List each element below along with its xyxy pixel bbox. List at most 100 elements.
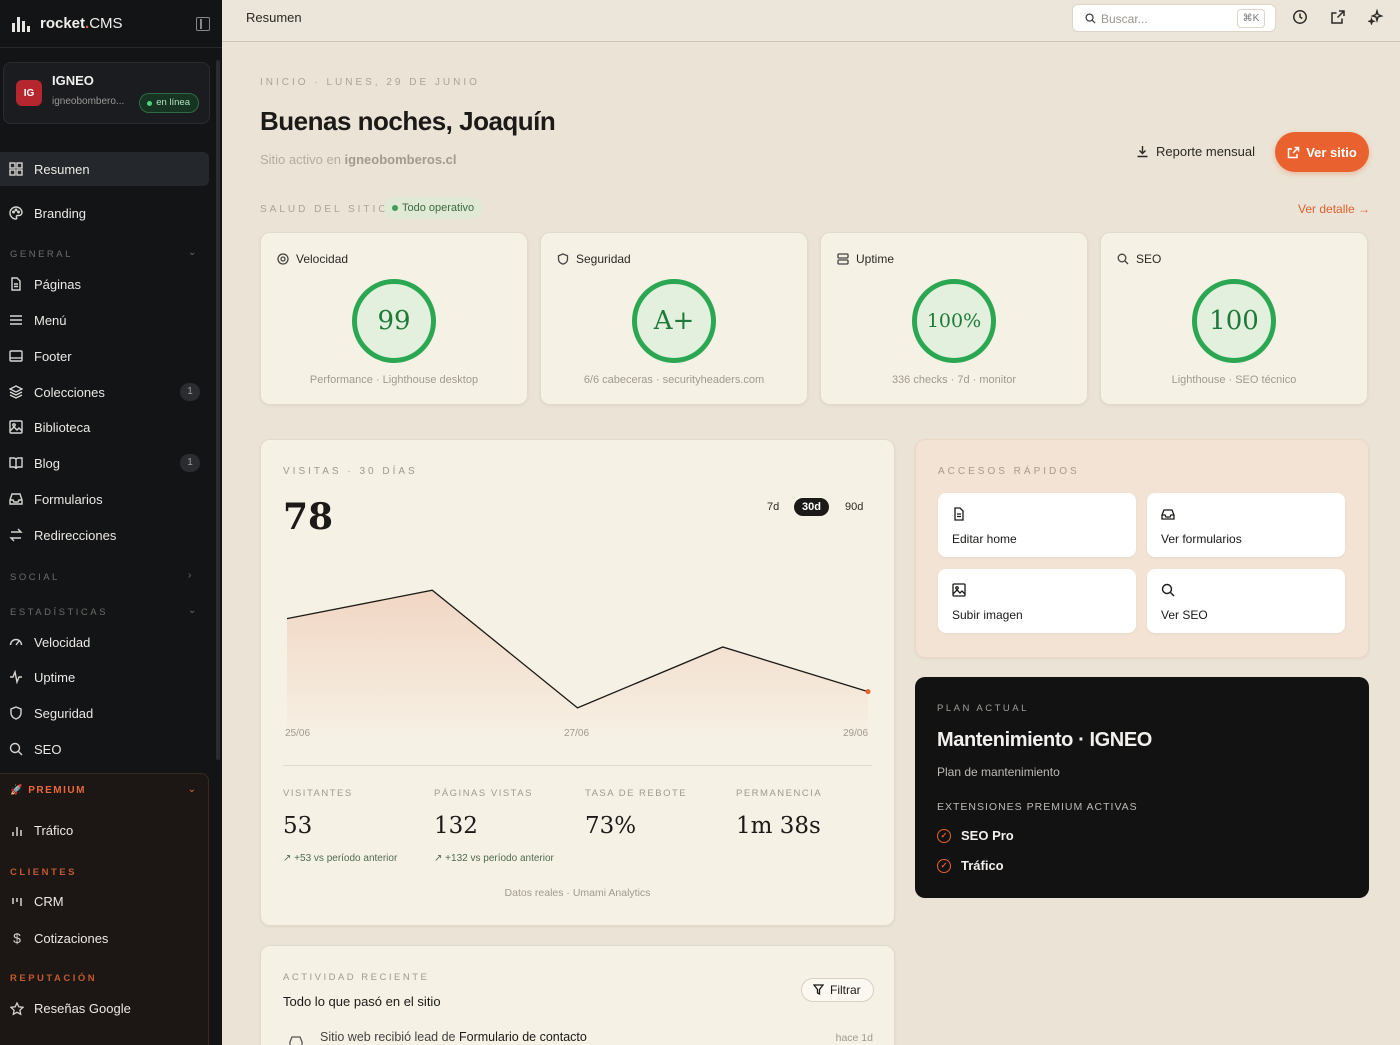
filter-button[interactable]: Filtrar [801, 978, 874, 1002]
active-site-domain[interactable]: igneobomberos.cl [345, 152, 457, 167]
online-status-badge: en línea [139, 93, 199, 113]
external-link-icon[interactable] [1330, 9, 1346, 25]
recent-activity-card: ACTIVIDAD RECIENTE Todo lo que pasó en e… [260, 945, 895, 1045]
score-ring: 100% [912, 279, 996, 363]
sidebar-item-resumen[interactable]: Resumen [0, 152, 209, 186]
chevron-down-icon[interactable]: ⌄ [188, 784, 196, 795]
view-site-button[interactable]: Ver sitio [1275, 132, 1369, 172]
sidebar-item-label: SEO [34, 741, 62, 757]
breadcrumb[interactable]: Resumen [246, 10, 302, 25]
chart-end-marker [865, 689, 871, 695]
sidebar-item-redirecciones[interactable]: Redirecciones [0, 518, 209, 552]
edit-home-button[interactable]: Editar home [938, 493, 1136, 557]
chevron-down-icon[interactable]: ⌄ [188, 247, 196, 258]
layers-icon [9, 385, 23, 399]
visits-card: VISITAS · 30 DÍAS 78 7d 30d 90d 25/06 27… [260, 439, 895, 926]
divider [283, 765, 872, 766]
sidebar-item-cotizaciones[interactable]: $ Cotizaciones [10, 930, 108, 946]
extension-name: Tráfico [961, 858, 1004, 873]
shield-icon [9, 706, 23, 720]
search-icon [9, 742, 23, 756]
site-avatar: IG [16, 80, 42, 106]
sidebar-item-colecciones[interactable]: Colecciones 1 [0, 375, 209, 409]
health-card-title-text: Uptime [856, 252, 895, 266]
sidebar-item-label: Tráfico [34, 823, 74, 838]
stat-label: PÁGINAS VISTAS [434, 788, 533, 799]
site-switcher[interactable]: IG IGNEO igneobombero... en línea [3, 62, 210, 124]
search-input[interactable] [1101, 9, 1231, 29]
bar-chart-icon [10, 824, 24, 838]
search-box[interactable]: ⌘K [1072, 4, 1276, 32]
sidebar-item-biblioteca[interactable]: Biblioteca [0, 410, 209, 444]
sidebar-item-trafico[interactable]: Tráfico [10, 823, 73, 838]
sidebar-item-crm[interactable]: CRM [10, 894, 64, 909]
extensions-label: EXTENSIONES PREMIUM ACTIVAS [937, 801, 1138, 813]
upload-image-button[interactable]: Subir imagen [938, 569, 1136, 633]
section-social[interactable]: SOCIAL [10, 572, 60, 583]
stat-value-permanencia: 1m 38s [736, 813, 821, 839]
sidebar-item-label: Formularios [34, 491, 103, 507]
sidebar-item-seo[interactable]: SEO [0, 732, 209, 766]
section-estadisticas[interactable]: ESTADÍSTICAS [10, 607, 108, 618]
view-seo-button[interactable]: Ver SEO [1147, 569, 1345, 633]
premium-section: 🚀 PREMIUM ⌄ Tráfico CLIENTES CRM $ Cotiz… [0, 773, 209, 1045]
health-card-subtitle: 336 checks · 7d · monitor [891, 374, 1017, 386]
view-forms-button[interactable]: Ver formularios [1147, 493, 1345, 557]
stat-delta: ↗ +132 vs período anterior [434, 853, 554, 864]
view-site-label: Ver sitio [1306, 144, 1357, 160]
collapse-sidebar-icon[interactable] [196, 16, 210, 31]
sidebar-scrollbar[interactable] [216, 60, 220, 760]
quick-access-label: ACCESOS RÁPIDOS [938, 466, 1080, 477]
health-card-velocidad[interactable]: Velocidad 99 Performance · Lighthouse de… [260, 232, 528, 405]
palette-icon [9, 206, 23, 220]
sidebar-item-paginas[interactable]: Páginas [0, 267, 209, 301]
health-card-uptime[interactable]: Uptime 100% 336 checks · 7d · monitor [820, 232, 1088, 405]
sparkles-icon[interactable] [1368, 9, 1384, 25]
sidebar-item-label: Resumen [34, 161, 90, 177]
stat-label: VISITANTES [283, 788, 353, 799]
activity-title: Todo lo que pasó en el sitio [283, 994, 441, 1009]
activity-target: Formulario de contacto [458, 1030, 587, 1044]
date-eyebrow: INICIO · LUNES, 29 DE JUNIO [260, 77, 480, 88]
document-icon [954, 507, 964, 521]
brand-name-text: rocket [40, 15, 86, 32]
health-card-subtitle: 6/6 cabeceras · securityheaders.com [583, 374, 765, 386]
health-card-seo[interactable]: SEO 100 Lighthouse · SEO técnico [1100, 232, 1368, 405]
score-ring: A+ [632, 279, 716, 363]
sidebar-item-branding[interactable]: Branding [0, 196, 209, 230]
sidebar-item-formularios[interactable]: Formularios [0, 482, 209, 516]
monthly-report-button[interactable]: Reporte mensual [1136, 144, 1255, 159]
view-detail-link[interactable]: Ver detalle → [1298, 202, 1370, 216]
section-premium[interactable]: 🚀 PREMIUM [10, 785, 86, 796]
section-general[interactable]: GENERAL [10, 249, 73, 260]
shortcut-badge: ⌘K [1237, 9, 1265, 28]
sidebar-item-resenas-google[interactable]: Reseñas Google [10, 1001, 131, 1016]
quick-access-label-text: Ver formularios [1161, 532, 1242, 546]
activity-time: hace 1d [835, 1032, 873, 1044]
sidebar-item-label: Páginas [34, 276, 81, 292]
gauge-icon [277, 253, 289, 265]
plan-description: Plan de mantenimiento [937, 765, 1060, 779]
sidebar-item-velocidad[interactable]: Velocidad [0, 625, 209, 659]
health-card-seguridad[interactable]: Seguridad A+ 6/6 cabeceras · securityhea… [540, 232, 808, 405]
image-icon [952, 583, 966, 597]
sidebar-item-uptime[interactable]: Uptime [0, 660, 209, 694]
clock-history-icon[interactable] [1292, 9, 1308, 25]
sidebar-item-blog[interactable]: Blog 1 [0, 446, 209, 480]
sidebar-item-label: Seguridad [34, 705, 94, 721]
sidebar-item-label: Blog [34, 455, 61, 471]
search-icon [1161, 583, 1175, 597]
chevron-down-icon[interactable]: ⌄ [188, 605, 196, 616]
extension-item: ✓ Tráfico [937, 858, 1004, 873]
stat-value-visitantes: 53 [283, 813, 313, 839]
brand-name[interactable]: rocket.CMS [40, 15, 123, 32]
main-content: INICIO · LUNES, 29 DE JUNIO Buenas noche… [222, 42, 1400, 1045]
sidebar-item-menu[interactable]: Menú [0, 303, 209, 337]
sidebar-item-footer[interactable]: Footer [0, 339, 209, 373]
book-icon [9, 456, 23, 470]
chevron-right-icon[interactable]: › [188, 570, 191, 581]
health-card-title: SEO [1117, 252, 1161, 266]
sidebar-item-seguridad[interactable]: Seguridad [0, 696, 209, 730]
sidebar-item-label: Uptime [34, 669, 76, 685]
health-label: SALUD DEL SITIO [260, 204, 390, 215]
